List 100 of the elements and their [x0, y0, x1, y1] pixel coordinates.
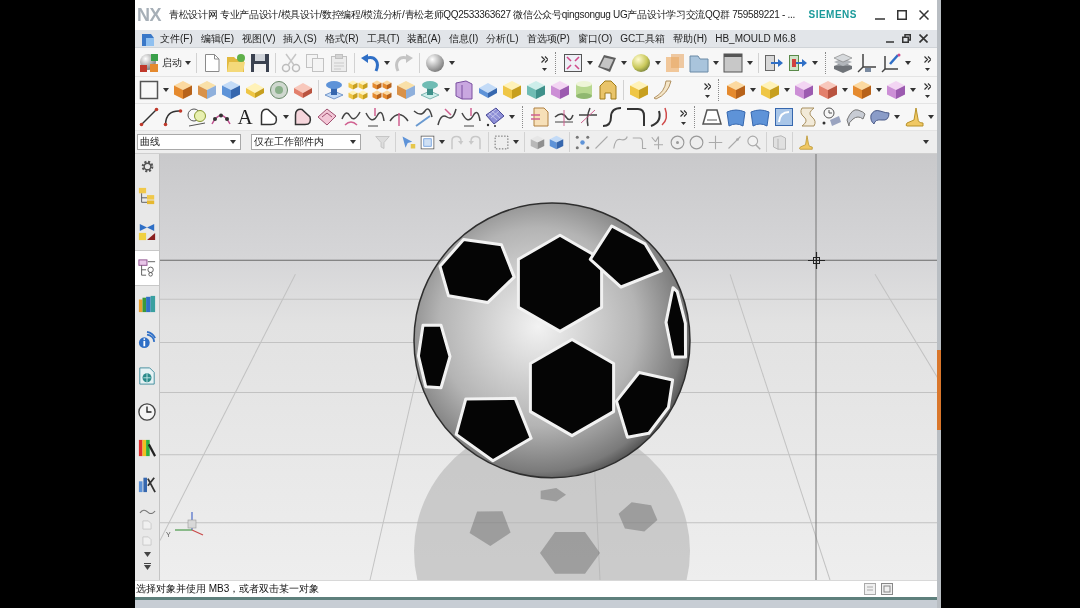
wavy-sheet-icon[interactable] [798, 107, 818, 127]
caret-icon[interactable] [509, 115, 515, 119]
corner-curve-icon[interactable] [626, 107, 646, 127]
rectangle-icon[interactable] [139, 80, 159, 100]
overflow-chevron-icon[interactable] [704, 82, 711, 98]
caret-icon[interactable] [513, 140, 519, 144]
arc-icon[interactable] [163, 107, 183, 127]
layers-icon[interactable] [833, 53, 853, 73]
curve-icon[interactable] [650, 107, 670, 127]
clipboard-icon[interactable] [329, 53, 349, 73]
surface-icon[interactable] [750, 107, 770, 127]
settings-icon[interactable] [140, 159, 154, 173]
crossed-curves-icon[interactable] [578, 107, 598, 127]
cube-icon[interactable] [886, 80, 906, 100]
cube-icon[interactable] [173, 80, 193, 100]
menu-item[interactable]: HB_MOULD M6.8 [711, 33, 800, 44]
caret-icon[interactable] [812, 61, 818, 65]
caret-icon[interactable] [910, 88, 916, 92]
line-icon[interactable] [139, 107, 159, 127]
axes-icon[interactable] [881, 53, 901, 73]
caret-icon[interactable] [894, 115, 900, 119]
curved-sheet-icon[interactable] [653, 80, 673, 100]
swept-surface-icon[interactable] [846, 107, 866, 127]
curve-icon[interactable] [554, 107, 574, 127]
caret-icon[interactable] [842, 88, 848, 92]
fit-view-icon[interactable] [563, 53, 583, 73]
box-arrow-icon[interactable] [764, 53, 784, 73]
caret-icon[interactable] [587, 61, 593, 65]
caret-icon[interactable] [621, 61, 627, 65]
slab-icon[interactable] [478, 80, 498, 100]
step-curve-icon[interactable] [602, 107, 622, 127]
trapezoid-icon[interactable] [702, 107, 722, 127]
caret-icon[interactable] [713, 61, 719, 65]
panel-icon[interactable] [881, 583, 893, 595]
circles-icon[interactable] [187, 107, 207, 127]
cube-icon[interactable] [818, 80, 838, 100]
scroll-down-icon[interactable] [143, 552, 151, 557]
menu-item[interactable]: 首选项(P) [522, 33, 574, 44]
maximize-icon[interactable] [897, 10, 907, 20]
menu-item[interactable]: 文件(F) [156, 33, 197, 44]
surface-icon[interactable] [726, 107, 746, 127]
slab-icon[interactable] [293, 80, 313, 100]
bracket-icon[interactable] [598, 80, 618, 100]
cube-icon[interactable] [526, 80, 546, 100]
caret-icon[interactable] [449, 61, 455, 65]
menu-item[interactable]: 窗口(O) [573, 33, 617, 44]
cube-icon[interactable] [197, 80, 217, 100]
diamond-sheet-icon[interactable] [317, 107, 337, 127]
caret-icon[interactable] [655, 61, 661, 65]
book-icon[interactable] [454, 80, 474, 100]
caret-icon[interactable] [747, 61, 753, 65]
app-icon[interactable] [140, 31, 154, 46]
menu-item[interactable]: 工具(T) [362, 33, 404, 44]
caret-icon[interactable] [876, 88, 882, 92]
menu-item[interactable]: 信息(I) [444, 33, 483, 44]
caret-icon[interactable] [750, 88, 756, 92]
outline-shape-icon[interactable] [293, 107, 313, 127]
menu-item[interactable]: 插入(S) [279, 33, 321, 44]
curve-icon[interactable] [365, 107, 385, 127]
snap-grid-icon[interactable] [575, 134, 590, 150]
block-grid-icon[interactable] [372, 80, 392, 100]
curve-icon[interactable] [437, 107, 457, 127]
caret-icon[interactable] [784, 88, 790, 92]
caret-icon[interactable] [444, 88, 450, 92]
undo-icon[interactable] [360, 53, 380, 73]
overflow-chevron-icon[interactable] [680, 109, 687, 125]
page-icon[interactable] [202, 53, 222, 73]
caret-icon[interactable] [928, 115, 934, 119]
box-arrow-icon[interactable] [788, 53, 808, 73]
mesh-surface-icon[interactable] [485, 107, 505, 127]
overflow-chevron-icon[interactable] [924, 55, 931, 71]
cube-icon[interactable] [396, 80, 416, 100]
menu-item[interactable]: GC工具箱 [616, 33, 670, 44]
start-button[interactable]: 启动 [139, 53, 191, 73]
axes-icon[interactable] [857, 53, 877, 73]
caret-icon[interactable] [905, 61, 911, 65]
curve-icon[interactable] [413, 107, 433, 127]
cube-icon[interactable] [550, 80, 570, 100]
peg-icon[interactable] [324, 80, 344, 100]
menu-item[interactable]: 格式(R) [320, 33, 363, 44]
wave-icon[interactable] [138, 508, 156, 514]
cube-icon[interactable] [852, 80, 872, 100]
caret-icon[interactable] [439, 140, 445, 144]
scope-filter-dropdown[interactable]: 仅在工作部件内 [251, 134, 361, 150]
caret-icon[interactable] [283, 115, 289, 119]
type-filter-dropdown[interactable]: 曲线 [137, 134, 241, 150]
scroll-down-icon[interactable] [143, 563, 151, 570]
wheel-icon[interactable] [269, 80, 289, 100]
caret-icon[interactable] [185, 61, 191, 65]
cube-icon[interactable] [794, 80, 814, 100]
caret-icon[interactable] [350, 140, 356, 144]
cube-icon[interactable] [549, 134, 564, 150]
caret-icon[interactable] [384, 61, 390, 65]
caret-icon[interactable] [163, 88, 169, 92]
points-surface-icon[interactable] [822, 107, 842, 127]
pointer-icon[interactable] [401, 134, 416, 150]
menu-item[interactable]: 视图(V) [238, 33, 280, 44]
outline-shape-icon[interactable] [259, 107, 279, 127]
menu-item[interactable]: 分析(L) [482, 33, 523, 44]
menu-item[interactable]: 编辑(E) [196, 33, 239, 44]
